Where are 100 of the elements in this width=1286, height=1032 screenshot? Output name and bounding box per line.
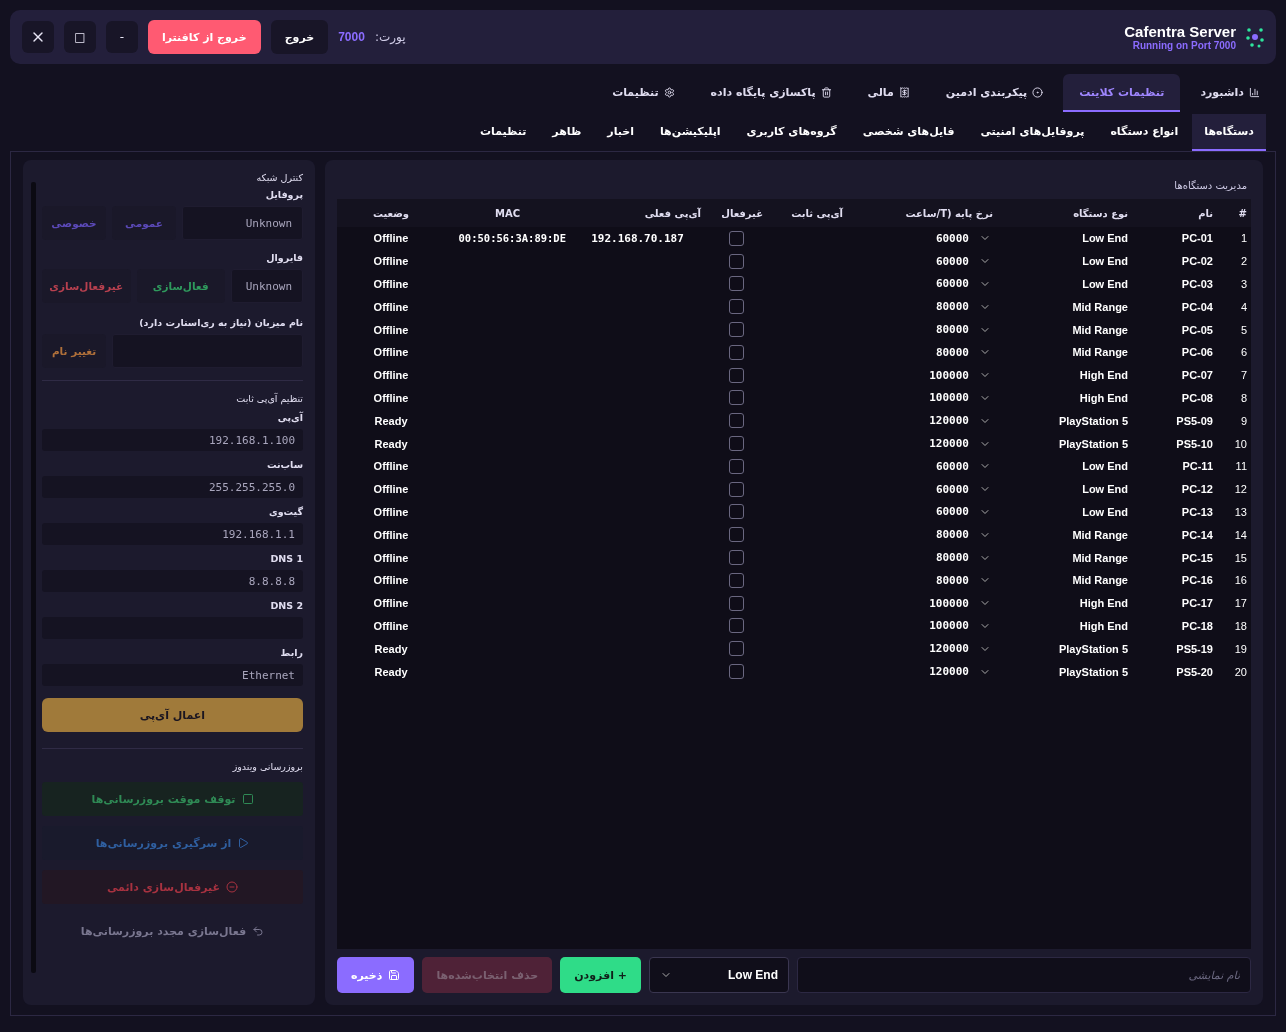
checkbox[interactable] xyxy=(728,276,744,292)
sub-tab[interactable]: انواع دستگاه xyxy=(1098,114,1191,151)
rate-cell[interactable]: 120000 xyxy=(925,437,973,451)
rate-cell[interactable]: 60000 xyxy=(931,459,973,473)
rate-cell[interactable]: 60000 xyxy=(931,505,973,519)
scrollbar[interactable] xyxy=(31,182,36,973)
close-button[interactable] xyxy=(22,21,54,53)
type-select[interactable]: Low End xyxy=(648,957,789,993)
table-cell-text: PlayStation 5 xyxy=(1057,642,1129,655)
checkbox[interactable] xyxy=(728,344,744,360)
table-cell-text: PC-05 xyxy=(1180,323,1214,336)
main-tab[interactable]: تنظیمات کلاینت xyxy=(1063,74,1181,112)
input-field[interactable]: 255.255.255.0 xyxy=(42,476,303,498)
main-tab[interactable]: پیکربندی ادمین xyxy=(929,74,1060,112)
input-field[interactable]: 8.8.8.8 xyxy=(42,570,303,592)
table-cell-text: Offline xyxy=(372,300,410,313)
rate-cell[interactable]: 120000 xyxy=(925,414,973,428)
checkbox[interactable] xyxy=(728,481,744,497)
sub-tab[interactable]: ظاهر xyxy=(540,114,594,151)
field-label: گیت‌وی xyxy=(267,506,303,517)
checkbox[interactable] xyxy=(728,322,744,338)
main-tab[interactable]: پاکسازی پایگاه داده xyxy=(694,74,848,112)
table-cell-text: PC-12 xyxy=(1180,483,1214,496)
apply-ip-button[interactable]: اعمال آی‌پی xyxy=(42,698,303,732)
checkbox[interactable] xyxy=(728,413,744,429)
checkbox[interactable] xyxy=(728,436,744,452)
panel-title: کنترل شبکه xyxy=(255,172,303,183)
sub-tab[interactable]: فایل‌های شخصی xyxy=(850,114,967,151)
rate-cell[interactable]: 60000 xyxy=(931,254,973,268)
maximize-button[interactable]: □ xyxy=(64,21,96,53)
sub-tab[interactable]: پروفایل‌های امنیتی xyxy=(968,114,1097,151)
rate-cell[interactable]: 120000 xyxy=(925,642,973,656)
rate-cell[interactable]: 80000 xyxy=(931,300,973,314)
checkbox[interactable] xyxy=(728,253,744,269)
rate-cell[interactable]: 120000 xyxy=(925,665,973,679)
table-cell-text: Low End xyxy=(1081,460,1129,473)
input-field[interactable]: 192.168.1.100 xyxy=(42,429,303,451)
add-button[interactable]: + افزودن xyxy=(560,957,641,993)
rate-cell[interactable]: 100000 xyxy=(925,391,973,405)
table-cell-text: 5 xyxy=(1239,323,1248,336)
rate-cell[interactable]: 80000 xyxy=(931,345,973,359)
table-cell-text: PC-08 xyxy=(1180,391,1214,404)
rate-cell[interactable]: 80000 xyxy=(931,573,973,587)
table-cell-text: PC-16 xyxy=(1180,574,1214,587)
column-header: نام xyxy=(1197,207,1214,219)
save-button[interactable]: ذخیره xyxy=(337,957,415,993)
checkbox[interactable] xyxy=(728,527,744,543)
input-field[interactable]: 192.168.1.1 xyxy=(42,523,303,545)
rate-cell[interactable]: 60000 xyxy=(931,231,973,245)
minimize-button[interactable]: - xyxy=(106,21,138,53)
sub-tab[interactable]: اپلیکیشن‌ها xyxy=(647,114,733,151)
checkbox[interactable] xyxy=(728,390,744,406)
rate-cell[interactable]: 100000 xyxy=(925,596,973,610)
checkbox[interactable] xyxy=(728,664,744,680)
stop-icon xyxy=(241,793,254,805)
rate-cell[interactable]: 60000 xyxy=(931,482,973,496)
field-label: فایروال xyxy=(265,252,303,263)
main-tab[interactable]: داشبورد xyxy=(1184,74,1276,112)
checkbox[interactable] xyxy=(728,595,744,611)
sub-tab[interactable]: اخبار xyxy=(595,114,646,151)
rate-cell[interactable]: 100000 xyxy=(925,368,973,382)
update-action-button[interactable]: توقف موقت بروزرسانی‌ها xyxy=(42,782,303,816)
input-field[interactable]: Ethernet xyxy=(42,664,303,686)
checkbox[interactable] xyxy=(728,550,744,566)
sub-tab[interactable]: تنظیمات xyxy=(467,114,539,151)
checkbox[interactable] xyxy=(728,458,744,474)
rate-cell[interactable]: 80000 xyxy=(931,323,973,337)
firewall-button[interactable]: فعال‌سازی xyxy=(136,269,225,303)
table-cell-text: Low End xyxy=(1081,255,1129,268)
checkbox[interactable] xyxy=(728,504,744,520)
rename-button[interactable]: تغییر نام xyxy=(42,334,106,368)
port-label: پورت: xyxy=(374,30,406,44)
field-label: رابط xyxy=(279,647,303,658)
checkbox[interactable] xyxy=(728,367,744,383)
main-tab[interactable]: تنظیمات xyxy=(596,74,691,112)
table-cell-text: PC-13 xyxy=(1180,505,1214,518)
checkbox[interactable] xyxy=(728,641,744,657)
rate-cell[interactable]: 100000 xyxy=(925,619,973,633)
rate-cell[interactable]: 60000 xyxy=(931,277,973,291)
exit-button[interactable]: خروج xyxy=(270,20,329,54)
checkbox[interactable] xyxy=(728,572,744,588)
table-cell-text: 4 xyxy=(1239,300,1248,313)
table-cell-text: 15 xyxy=(1233,551,1248,564)
settings-icon xyxy=(663,86,675,98)
field-label: ساب‌نت xyxy=(265,459,303,470)
checkbox[interactable] xyxy=(728,299,744,315)
main-tab[interactable]: مالی xyxy=(851,74,926,112)
sub-tab[interactable]: گروه‌های کاربری xyxy=(734,114,849,151)
name-field[interactable]: نام نمایشی xyxy=(796,957,1251,993)
table-cell-text: 17 xyxy=(1233,597,1248,610)
rate-cell[interactable]: 80000 xyxy=(931,528,973,542)
rate-cell[interactable]: 80000 xyxy=(931,551,973,565)
table-cell-text: 6 xyxy=(1239,346,1248,359)
sub-tab[interactable]: دستگاه‌ها xyxy=(1192,114,1266,151)
table-cell-text: Mid Range xyxy=(1071,346,1129,359)
update-action-button[interactable]: فعال‌سازی مجدد بروزرسانی‌ها xyxy=(42,914,303,948)
table-cell-text: Low End xyxy=(1081,278,1129,290)
table-cell-text: 192.168.70.187 xyxy=(590,231,685,245)
checkbox[interactable] xyxy=(728,230,744,246)
checkbox[interactable] xyxy=(728,618,744,634)
